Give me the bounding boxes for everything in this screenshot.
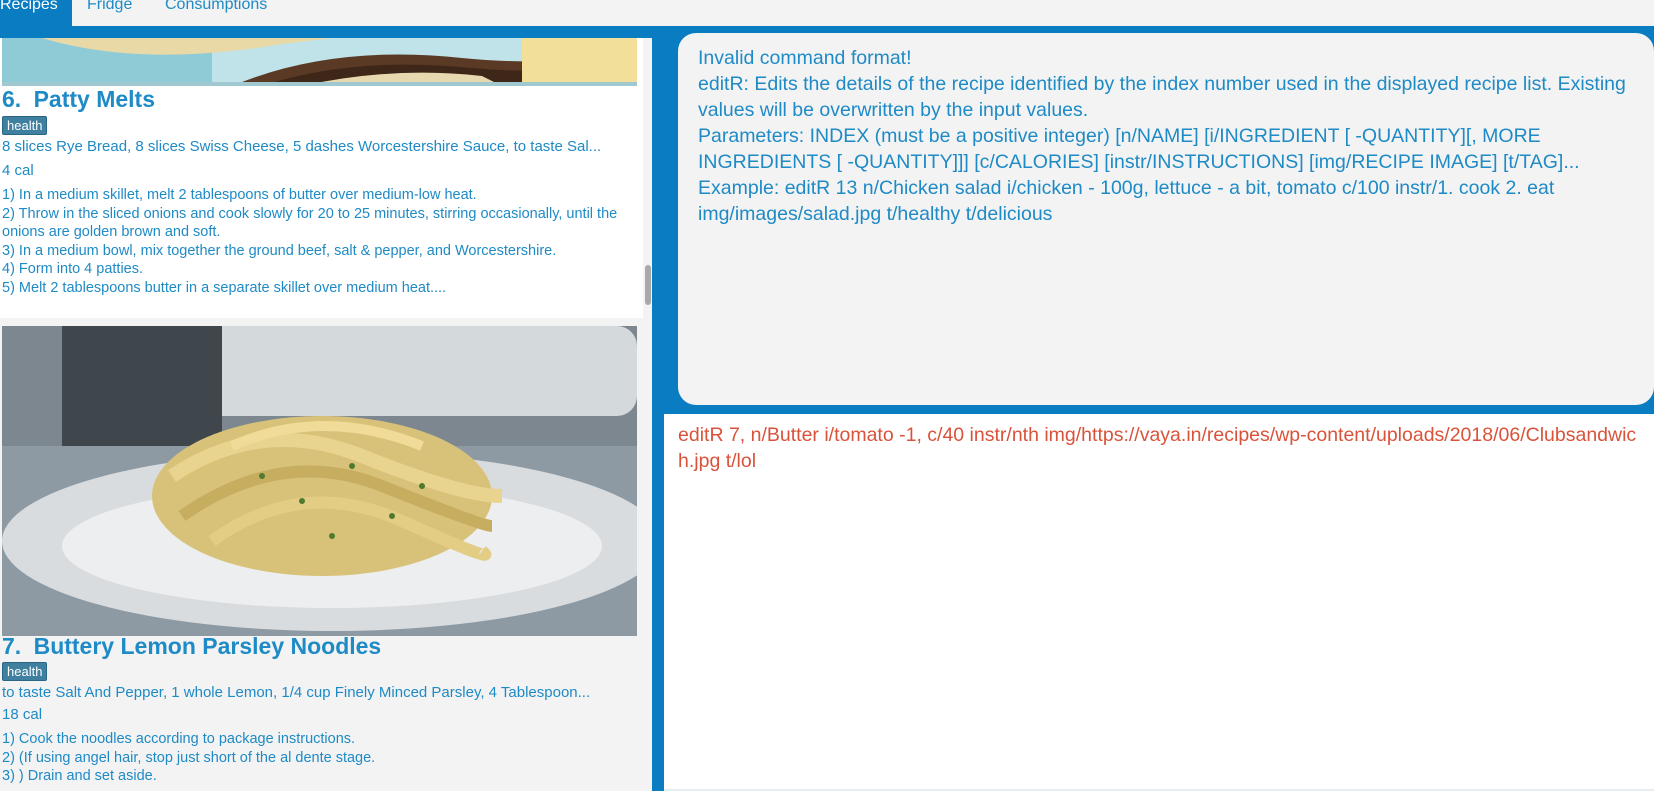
recipe-image [2, 326, 637, 636]
recipe-list-scrollbar[interactable] [643, 38, 652, 791]
command-box[interactable]: editR 7, n/Butter i/tomato -1, c/40 inst… [664, 414, 1654, 791]
recipe-index: 6. [2, 86, 22, 112]
recipe-calories: 4 cal [2, 162, 34, 179]
result-line: editR: Edits the details of the recipe i… [698, 73, 1626, 121]
scrollbar-thumb[interactable] [645, 265, 651, 305]
tab-bar: Recipes Fridge Consumptions [0, 0, 1654, 26]
instruction-step: 1) Cook the noodles according to package… [2, 731, 356, 747]
instruction-step: 5) Melt 2 tablespoons butter in a separa… [2, 279, 447, 296]
instruction-step: 1) In a medium skillet, melt 2 tablespoo… [2, 187, 477, 203]
recipe-ingredients: 8 slices Rye Bread, 8 slices Swiss Chees… [2, 138, 602, 155]
command-input[interactable]: editR 7, n/Butter i/tomato -1, c/40 inst… [678, 422, 1638, 474]
result-line: Invalid command format! [698, 47, 912, 69]
tab-recipes[interactable]: Recipes [0, 0, 72, 26]
recipe-instructions: 1) Cook the noodles according to package… [2, 730, 642, 786]
recipe-image [2, 38, 637, 86]
recipe-card[interactable]: 7. Buttery Lemon Parsley Noodles health … [0, 326, 643, 791]
instruction-step: 4) Form into 4 patties. [2, 261, 144, 277]
recipe-list[interactable]: 6. Patty Melts health 8 slices Rye Bread… [0, 38, 652, 791]
recipe-calories: 18 cal [2, 706, 43, 723]
recipe-title: 7. Buttery Lemon Parsley Noodles [2, 633, 381, 660]
tab-fridge[interactable]: Fridge [87, 0, 132, 26]
recipe-name: Patty Melts [33, 86, 156, 112]
result-display: Invalid command format! editR: Edits the… [678, 33, 1654, 405]
instruction-step: 2) (If using angel hair, stop just short… [2, 749, 376, 766]
tag-badge: health [2, 662, 48, 681]
result-message: Invalid command format! editR: Edits the… [698, 45, 1643, 227]
instruction-step: 3) ) Drain and set aside. [2, 768, 157, 784]
instruction-step: 2) Throw in the sliced onions and cook s… [2, 205, 618, 241]
recipe-index: 7. [2, 633, 22, 659]
recipe-card[interactable]: 6. Patty Melts health 8 slices Rye Bread… [0, 38, 643, 318]
recipe-name: Buttery Lemon Parsley Noodles [33, 633, 382, 659]
tab-consumptions[interactable]: Consumptions [165, 0, 267, 26]
result-line: Example: editR 13 n/Chicken salad i/chic… [698, 177, 1555, 225]
result-line: Parameters: INDEX (must be a positive in… [698, 125, 1580, 173]
instruction-step: 3) In a medium bowl, mix together the gr… [2, 242, 557, 259]
recipe-title: 6. Patty Melts [2, 86, 155, 113]
tag-badge: health [2, 116, 48, 135]
recipe-instructions: 1) In a medium skillet, melt 2 tablespoo… [2, 186, 642, 297]
recipe-ingredients: to taste Salt And Pepper, 1 whole Lemon,… [2, 684, 591, 701]
